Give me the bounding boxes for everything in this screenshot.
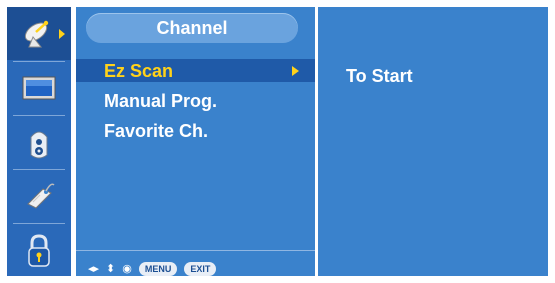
osd-window: Channel Ez Scan Manual Prog. Favorite Ch…: [0, 0, 555, 283]
exit-button[interactable]: EXIT: [184, 262, 217, 276]
lock-icon: [28, 233, 50, 267]
menu-button[interactable]: MENU: [138, 262, 178, 276]
picture-icon: [22, 76, 56, 99]
ok-button-icon: ◉: [122, 263, 132, 275]
menu-title: Channel: [86, 13, 298, 43]
divider: [76, 250, 315, 251]
navigation-hints: ◂▸ ⬍ ◉ MENU EXIT: [88, 261, 217, 277]
left-right-arrows-icon: ◂▸: [88, 263, 100, 275]
up-down-arrows-icon: ⬍: [106, 263, 116, 275]
category-lock[interactable]: [7, 224, 71, 277]
menu-category-sidebar: [7, 7, 71, 276]
submenu-panel: To Start: [318, 7, 548, 276]
channel-menu-panel: Channel Ez Scan Manual Prog. Favorite Ch…: [76, 7, 315, 276]
tag-icon: [27, 183, 55, 209]
selected-category-arrow-icon: [59, 29, 65, 39]
menu-item-ez-scan[interactable]: Ez Scan: [104, 60, 173, 82]
category-channel[interactable]: [7, 7, 71, 60]
menu-item-manual-prog[interactable]: Manual Prog.: [104, 90, 217, 112]
submenu-item-to-start[interactable]: To Start: [346, 65, 413, 87]
submenu-arrow-icon: [292, 66, 299, 76]
category-audio[interactable]: [7, 116, 71, 169]
satellite-dish-icon: [24, 20, 49, 47]
menu-item-favorite-ch[interactable]: Favorite Ch.: [104, 120, 208, 142]
category-picture[interactable]: [7, 62, 71, 115]
audio-info-icon: [30, 131, 48, 158]
category-option[interactable]: [7, 170, 71, 223]
